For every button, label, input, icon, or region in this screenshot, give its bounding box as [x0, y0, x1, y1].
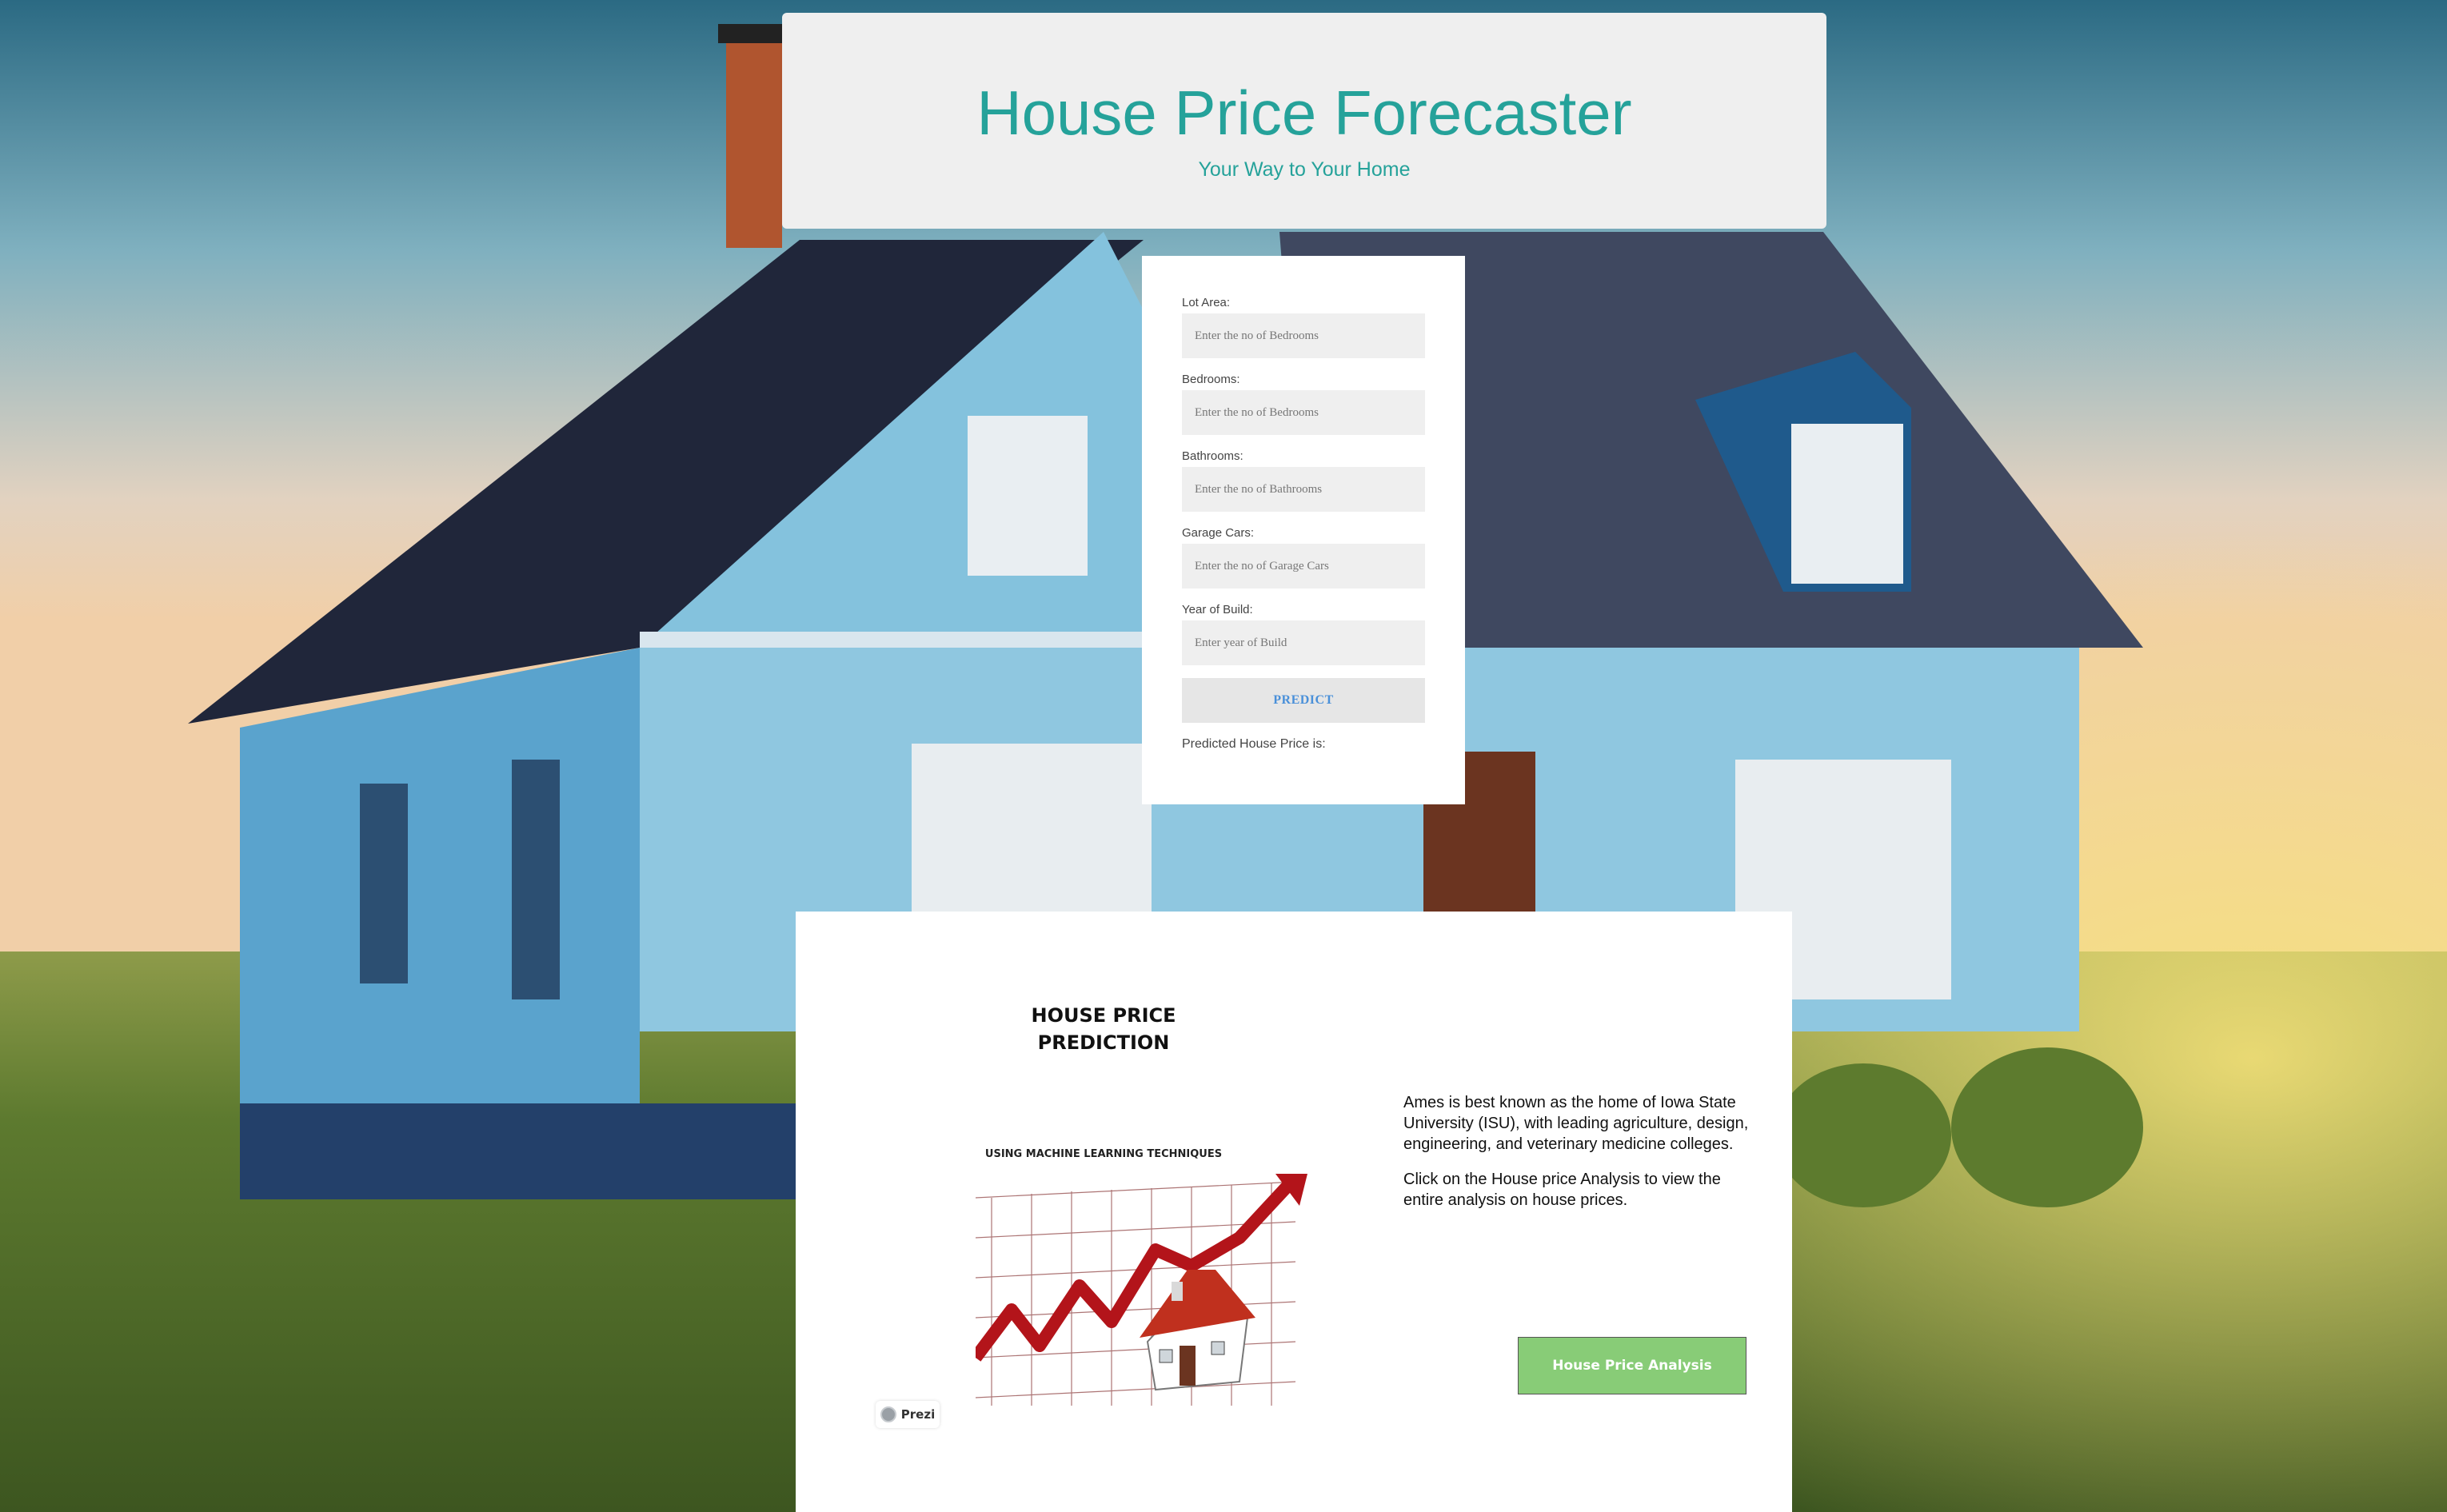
bathrooms-label: Bathrooms:: [1182, 449, 1243, 463]
bathrooms-input[interactable]: [1182, 467, 1425, 512]
header-banner: House Price Forecaster Your Way to Your …: [782, 13, 1826, 229]
garage-cars-label: Garage Cars:: [1182, 526, 1255, 540]
prezi-logo-icon: [880, 1406, 896, 1422]
predicted-price-label: Predicted House Price is:: [1182, 737, 1326, 751]
prezi-badge[interactable]: Prezi: [876, 1401, 940, 1428]
page-tagline: Your Way to Your Home: [1198, 158, 1411, 181]
info-section: HOUSE PRICE PREDICTION USING MACHINE LEA…: [796, 912, 1792, 1512]
analysis-instruction: Click on the House price Analysis to vie…: [1403, 1171, 1721, 1209]
prediction-form: Lot Area: Bedrooms: Bathrooms: Garage Ca…: [1142, 256, 1465, 804]
lot-area-input[interactable]: [1182, 313, 1425, 358]
house-price-analysis-button[interactable]: House Price Analysis: [1518, 1337, 1746, 1394]
predict-button[interactable]: PREDICT: [1182, 678, 1425, 723]
prezi-subtitle: USING MACHINE LEARNING TECHNIQUES: [984, 1148, 1223, 1160]
year-of-build-input[interactable]: [1182, 620, 1425, 665]
prezi-embed[interactable]: HOUSE PRICE PREDICTION USING MACHINE LEA…: [876, 991, 1323, 1455]
prezi-title-line2: PREDICTION: [1037, 1031, 1170, 1054]
bedrooms-label: Bedrooms:: [1182, 373, 1240, 386]
lot-area-label: Lot Area:: [1182, 296, 1231, 309]
prezi-badge-label: Prezi: [900, 1407, 936, 1422]
rising-price-house-illustration: [976, 1174, 1307, 1406]
prezi-title-line1: HOUSE PRICE: [1031, 1004, 1176, 1027]
bedrooms-input[interactable]: [1182, 390, 1425, 435]
year-of-build-label: Year of Build:: [1182, 603, 1253, 616]
ames-description: Ames is best known as the home of Iowa S…: [1403, 1094, 1749, 1153]
description-text: Ames is best known as the home of Iowa S…: [1403, 1092, 1763, 1225]
page-title: House Price Forecaster: [976, 78, 1632, 148]
garage-cars-input[interactable]: [1182, 544, 1425, 588]
